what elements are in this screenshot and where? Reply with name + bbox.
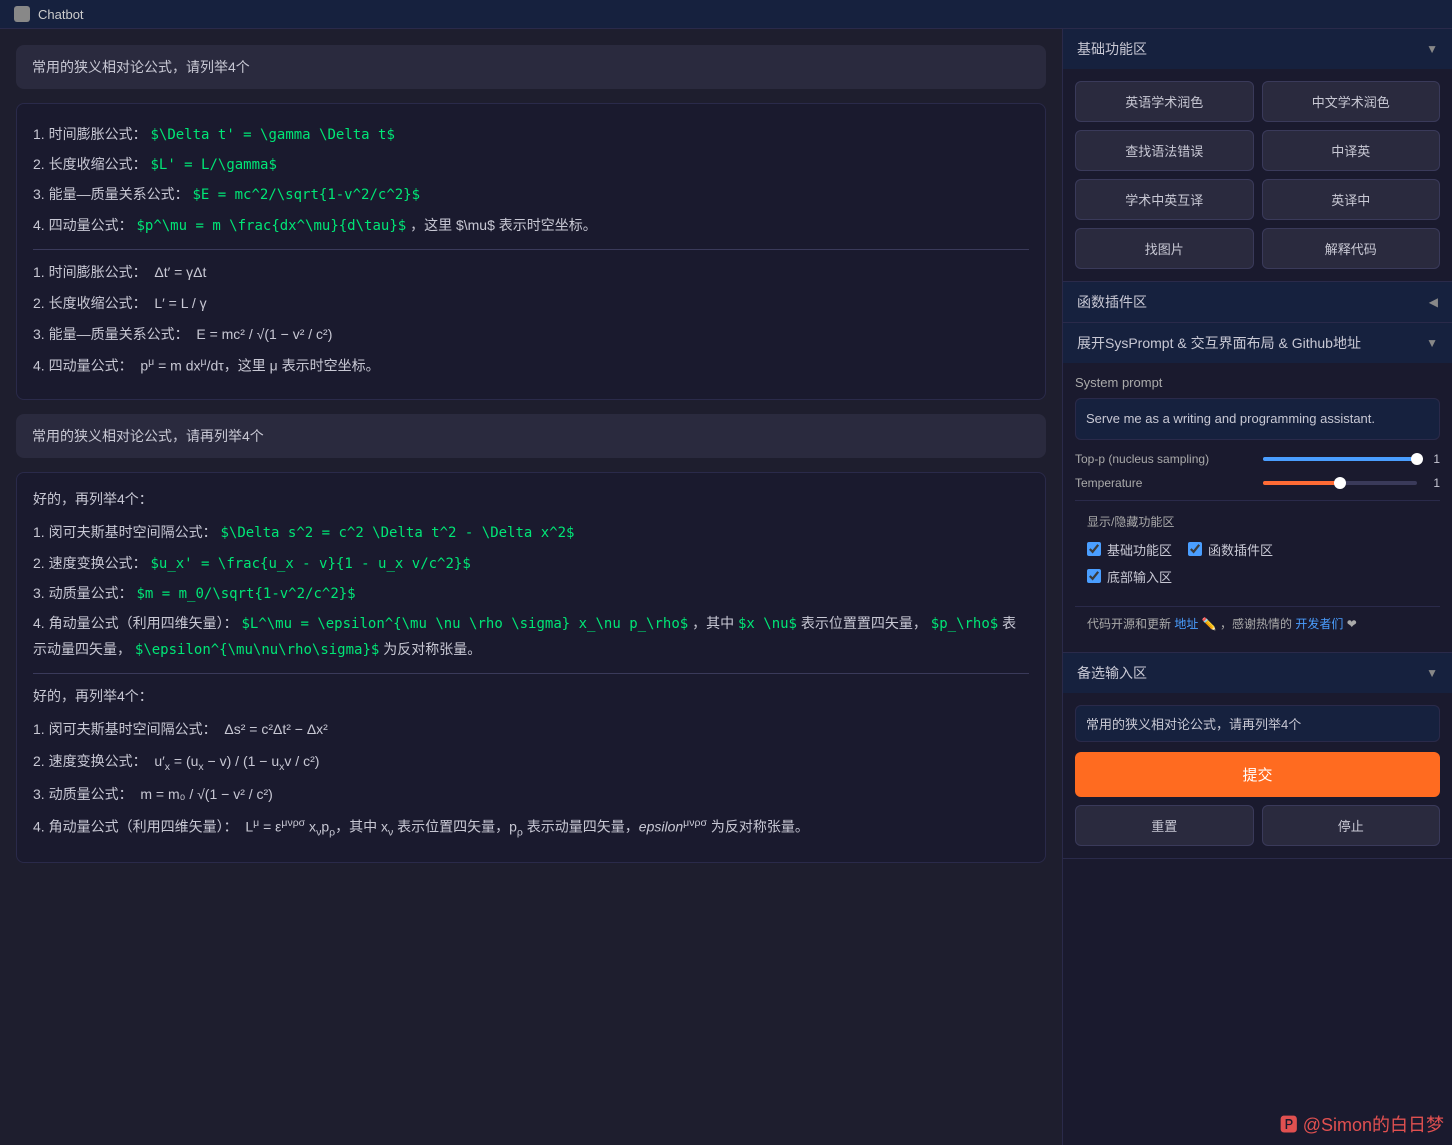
btn-grammar-check[interactable]: 查找语法错误 [1075,130,1254,171]
stop-button[interactable]: 停止 [1262,805,1441,846]
bot-message-1: 1. 时间膨胀公式： $\Delta t' = \gamma \Delta t$… [16,103,1046,400]
formula-item-2-1: 1. 闵可夫斯基时空间隔公式： $\Delta s^2 = c^2 \Delta… [33,520,1029,546]
temperature-value: 1 [1433,476,1440,490]
plugin-functions-arrow: ◀ [1429,295,1438,309]
rendered-item-1-2: 2. 长度收缩公式： L′ = L / γ [33,291,1029,316]
backup-body: 提交 重置 停止 [1063,693,1452,858]
rendered-item-2-1: 1. 闵可夫斯基时空间隔公式： Δs² = c²Δt² − Δx² [33,717,1029,742]
main-layout: 常用的狭义相对论公式，请列举4个 1. 时间膨胀公式： $\Delta t' =… [0,29,1452,1145]
rendered-item-2-4: 4. 角动量公式（利用四维矢量）： Lμ = εμνρσ xνpρ，其中 xν … [33,814,1029,842]
right-sidebar: 基础功能区 ▼ 英语学术润色 中文学术润色 查找语法错误 中译英 学术中英互译 … [1062,29,1452,1145]
checkbox-row: 基础功能区 函数插件区 [1087,540,1428,559]
bot-message-2: 好的，再列举4个： 1. 闵可夫斯基时空间隔公式： $\Delta s^2 = … [16,472,1046,863]
sysprompt-body: System prompt Serve me as a writing and … [1063,363,1452,652]
basic-functions-section: 基础功能区 ▼ 英语学术润色 中文学术润色 查找语法错误 中译英 学术中英互译 … [1063,29,1452,282]
formula-item-2-3: 3. 动质量公式： $m = m_0/\sqrt{1-v^2/c^2}$ [33,581,1029,607]
btn-zh-to-en[interactable]: 中译英 [1262,130,1441,171]
rendered-item-1-3: 3. 能量—质量关系公式： E = mc² / √(1 − v² / c²) [33,322,1029,347]
system-prompt-value: Serve me as a writing and programming as… [1075,398,1440,440]
checkbox-row-2: 底部输入区 [1087,567,1428,586]
top-p-row: Top-p (nucleus sampling) 1 [1075,452,1440,466]
formula-item-2-4: 4. 角动量公式（利用四维矢量）： $L^\mu = \epsilon^{\mu… [33,611,1029,663]
user-message-1: 常用的狭义相对论公式，请列举4个 [16,45,1046,89]
opensource-link[interactable]: 地址 [1174,617,1198,631]
devs-link[interactable]: 开发者们 [1295,617,1343,631]
visibility-label: 显示/隐藏功能区 [1087,513,1428,530]
temperature-thumb [1334,477,1346,489]
checkbox-basic[interactable]: 基础功能区 [1087,540,1172,559]
sysprompt-header[interactable]: 展开SysPrompt & 交互界面布局 & Github地址 ▼ [1063,323,1452,363]
formula-item-1-3: 3. 能量—质量关系公式： $E = mc^2/\sqrt{1-v^2/c^2}… [33,182,1029,208]
visibility-section: 显示/隐藏功能区 基础功能区 函数插件区 [1075,500,1440,606]
user-message-2: 常用的狭义相对论公式，请再列举4个 [16,414,1046,458]
btn-academic-translate[interactable]: 学术中英互译 [1075,179,1254,220]
backup-input[interactable] [1075,705,1440,742]
backup-section: 备选输入区 ▼ 提交 重置 停止 [1063,653,1452,859]
basic-functions-arrow: ▼ [1426,42,1438,56]
sysprompt-arrow: ▼ [1426,336,1438,350]
backup-arrow: ▼ [1426,666,1438,680]
formula-item-1-2: 2. 长度收缩公式： $L' = L/\gamma$ [33,152,1029,178]
basic-functions-grid: 英语学术润色 中文学术润色 查找语法错误 中译英 学术中英互译 英译中 找图片 … [1075,81,1440,269]
rendered-item-1-1: 1. 时间膨胀公式： Δt′ = γΔt [33,260,1029,285]
system-prompt-label: System prompt [1075,375,1440,390]
formula-item-1-4: 4. 四动量公式： $p^\mu = m \frac{dx^\mu}{d\tau… [33,213,1029,239]
rendered-item-2-2: 2. 速度变换公式： u′x = (ux − v) / (1 − uxv / c… [33,749,1029,777]
btn-find-image[interactable]: 找图片 [1075,228,1254,269]
opensource-row: 代码开源和更新 地址 ✏️ ，感谢热情的 开发者们 ❤ [1075,606,1440,640]
temperature-slider[interactable] [1263,481,1417,485]
top-p-value: 1 [1433,452,1440,466]
backup-header[interactable]: 备选输入区 ▼ [1063,653,1452,693]
checkbox-plugin[interactable]: 函数插件区 [1188,540,1273,559]
basic-functions-body: 英语学术润色 中文学术润色 查找语法错误 中译英 学术中英互译 英译中 找图片 … [1063,69,1452,281]
temperature-row: Temperature 1 [1075,476,1440,490]
chat-panel: 常用的狭义相对论公式，请列举4个 1. 时间膨胀公式： $\Delta t' =… [0,29,1062,1145]
formula-item-2-2: 2. 速度变换公式： $u_x' = \frac{u_x - v}{1 - u_… [33,551,1029,577]
basic-functions-header[interactable]: 基础功能区 ▼ [1063,29,1452,69]
app-icon [14,6,30,22]
btn-chinese-polish[interactable]: 中文学术润色 [1262,81,1441,122]
checkbox-input[interactable]: 底部输入区 [1087,567,1172,586]
temperature-label: Temperature [1075,476,1255,490]
action-row: 重置 停止 [1075,805,1440,846]
plugin-functions-section: 函数插件区 ◀ [1063,282,1452,323]
top-p-fill [1263,457,1417,461]
app-title: Chatbot [38,7,84,22]
btn-explain-code[interactable]: 解释代码 [1262,228,1441,269]
temperature-fill [1263,481,1340,485]
reset-button[interactable]: 重置 [1075,805,1254,846]
top-p-label: Top-p (nucleus sampling) [1075,452,1255,466]
btn-en-to-zh[interactable]: 英译中 [1262,179,1441,220]
rendered-item-2-3: 3. 动质量公式： m = m₀ / √(1 − v² / c²) [33,782,1029,807]
rendered-item-1-4: 4. 四动量公式： pμ = m dxμ/dτ，这里 μ 表示时空坐标。 [33,353,1029,379]
app-header: Chatbot [0,0,1452,29]
sysprompt-section: 展开SysPrompt & 交互界面布局 & Github地址 ▼ System… [1063,323,1452,653]
top-p-thumb [1411,453,1423,465]
top-p-slider[interactable] [1263,457,1417,461]
plugin-functions-header[interactable]: 函数插件区 ◀ [1063,282,1452,322]
formula-item-1-1: 1. 时间膨胀公式： $\Delta t' = \gamma \Delta t$ [33,122,1029,148]
submit-button[interactable]: 提交 [1075,752,1440,797]
btn-english-polish[interactable]: 英语学术润色 [1075,81,1254,122]
